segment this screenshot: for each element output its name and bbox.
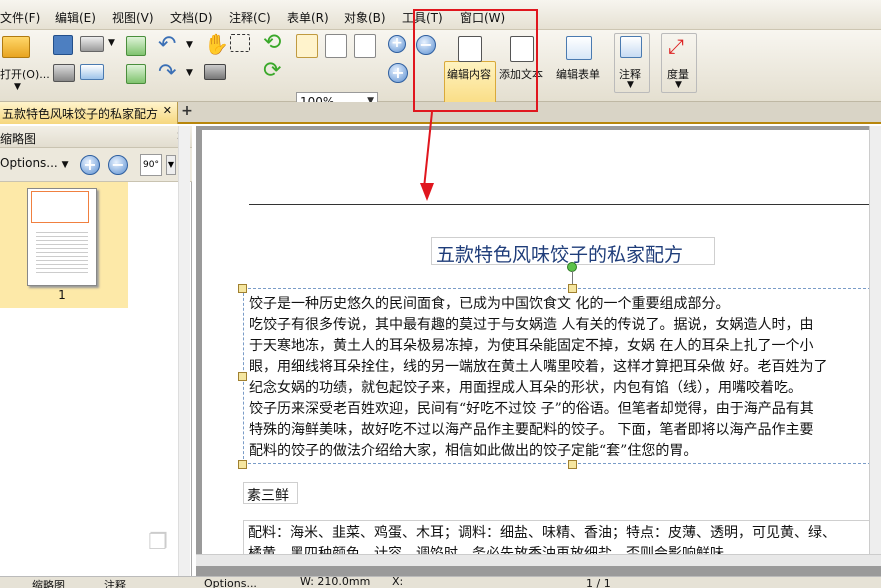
measure-dropdown-icon[interactable]: ▼ <box>675 80 682 90</box>
bottom-tab-thumbnails[interactable]: 缩略图 <box>32 577 65 588</box>
snapshot-icon[interactable] <box>204 64 226 80</box>
fit-width-icon[interactable] <box>354 34 376 58</box>
subheading[interactable]: 素三鲜 <box>243 482 298 504</box>
menu-comment[interactable]: 注释(C) <box>229 9 271 26</box>
callout-arrow-head <box>420 183 434 201</box>
thumbnail-panel-header: 缩略图✕ <box>0 126 192 148</box>
thumbnail-view-rect[interactable] <box>31 191 89 223</box>
new-tab-icon[interactable]: + <box>180 104 194 119</box>
hand-tool-icon[interactable]: ✋ <box>204 32 229 56</box>
thumbnail-panel-title: 缩略图 <box>0 132 37 146</box>
thumbnail-zoom-out-icon[interactable]: − <box>108 155 128 175</box>
ingredients-line: 配料：海米、韭菜、鸡蛋、木耳；调料：细盐、味精、香油；特点：皮薄、透明，可见黄、… <box>248 525 836 541</box>
thumbnail-rotate-icon[interactable]: 90° <box>140 154 162 176</box>
undo-dropdown-icon[interactable]: ▼ <box>186 40 193 50</box>
paragraph-line: 纪念女娲的功绩，就包起饺子来，用面捏成人耳朵的形状，内包有馅（线），用嘴咬着吃。 <box>249 380 802 396</box>
scan-icon[interactable] <box>53 64 75 82</box>
thumbnail-toolbar: Options... ▼ + − 90° ▼ <box>0 148 192 182</box>
rotate-cw-icon[interactable]: ⟳ <box>263 58 281 83</box>
menu-edit[interactable]: 编辑(E) <box>55 9 96 26</box>
width-readout: W: 210.0mm <box>300 576 371 588</box>
close-tab-icon[interactable]: ✕ <box>163 104 172 117</box>
paragraph-line: 吃饺子有很多传说，其中最有趣的莫过于与女娲造 人有关的传说了。据说，女娲造人时，… <box>249 317 814 333</box>
zoom-in-icon[interactable]: + <box>388 63 408 83</box>
document-title[interactable]: 五款特色风味饺子的私家配方 <box>431 237 715 266</box>
paragraph-line: 饺子是一种历史悠久的民间面食，已成为中国饮食文 化的一个重要组成部分。 <box>249 296 730 312</box>
document-vertical-scrollbar[interactable] <box>869 126 881 554</box>
paragraph-line: 饺子历来深受老百姓欢迎，民间有“好吃不过饺 子”的俗语。但笔者却觉得，由于海产品… <box>249 401 814 417</box>
edit-form-button[interactable]: 编辑表单 <box>556 66 600 82</box>
resize-handle-tm[interactable] <box>568 284 577 293</box>
page-indicator[interactable]: 1 / 1 <box>586 577 611 588</box>
status-bar: 缩略图 注释 Options... W: 210.0mm X: 1 / 1 <box>0 576 881 588</box>
print-dropdown-icon[interactable]: ▼ <box>108 38 115 48</box>
menu-document[interactable]: 文档(D) <box>170 9 213 26</box>
rotate-ccw-icon[interactable]: ⟲ <box>263 30 281 55</box>
paragraph-line: 于天寒地冻，黄土人的耳朵极易冻掉，为使耳朵能固定不掉，女娲 在人的耳朵上扎了一个… <box>249 338 814 354</box>
paragraph-line: 眼，用细线将耳朵拴住，线的另一端放在黄土人嘴里咬着，这样才算把耳朵做 好。老百姓… <box>249 359 828 375</box>
paragraph-line: 特殊的海鲜美味，故好吃不过以海产品作主要配料的饺子。 下面，笔者即将以海产品作主… <box>249 422 814 438</box>
redo-icon[interactable]: ↷ <box>158 60 176 85</box>
resize-handle-ml[interactable] <box>238 372 247 381</box>
page-thumbnail[interactable]: 1 <box>0 182 128 308</box>
menu-object[interactable]: 对象(B) <box>344 9 386 26</box>
thumbnail-panel: 缩略图✕ Options... ▼ + − 90° ▼ 1 ❐ <box>0 126 192 576</box>
print-icon[interactable] <box>80 36 104 52</box>
actual-size-icon[interactable] <box>296 34 318 58</box>
resize-handle-bl[interactable] <box>238 460 247 469</box>
rotate-dropdown-icon[interactable]: ▼ <box>166 155 176 175</box>
import-icon[interactable] <box>126 36 146 56</box>
thumbnail-options-button[interactable]: Options... ▼ <box>0 154 72 174</box>
menu-view[interactable]: 视图(V) <box>112 9 154 26</box>
annotate-icon <box>620 36 642 58</box>
open-button-label[interactable]: 打开(O)... <box>0 66 50 82</box>
thumbnail-options-label: Options... <box>0 156 58 170</box>
measure-icon: ⤢ <box>668 34 684 58</box>
thumbnail-scrollbar[interactable] <box>178 126 190 576</box>
edit-form-icon[interactable] <box>566 36 592 60</box>
menu-form[interactable]: 表单(R) <box>287 9 329 26</box>
fit-page-icon[interactable] <box>325 34 347 58</box>
thumbnail-page-image[interactable] <box>27 188 97 286</box>
zoom-in-magnifier-icon[interactable]: + <box>388 35 406 53</box>
save-icon[interactable] <box>53 35 73 55</box>
thumbnail-page-number: 1 <box>58 288 66 302</box>
select-tool-icon[interactable] <box>230 34 250 52</box>
document-view: 五款特色风味饺子的私家配方 饺子是一种历史悠久的民间面食，已成为中国饮食文 化的… <box>196 126 881 576</box>
callout-box <box>413 9 538 112</box>
thumbnail-text-lines <box>36 229 88 275</box>
options-dropdown-icon[interactable]: ▼ <box>62 160 69 170</box>
export-icon[interactable] <box>126 64 146 84</box>
open-folder-icon[interactable] <box>2 36 30 58</box>
document-horizontal-scrollbar[interactable] <box>196 554 881 566</box>
status-options-button[interactable]: Options... <box>204 577 257 588</box>
undo-icon[interactable]: ↶ <box>158 32 176 57</box>
bottom-tab-comments[interactable]: 注释 <box>104 577 126 588</box>
redo-dropdown-icon[interactable]: ▼ <box>186 68 193 78</box>
paragraph-line: 配料的饺子的做法介绍给大家，相信如此做出的饺子定能“套”住您的胃。 <box>249 443 698 459</box>
pdf-page: 五款特色风味饺子的私家配方 饺子是一种历史悠久的民间面食，已成为中国饮食文 化的… <box>202 130 881 566</box>
document-tab[interactable]: 五款特色风味饺子的私家配方 ✕ <box>0 102 178 124</box>
thumbnail-zoom-in-icon[interactable]: + <box>80 155 100 175</box>
resize-handle-tl[interactable] <box>238 284 247 293</box>
menu-file[interactable]: 文件(F) <box>0 9 40 26</box>
x-readout: X: <box>392 576 404 588</box>
document-tab-title: 五款特色风味饺子的私家配方 <box>2 107 159 121</box>
open-dropdown-icon[interactable]: ▼ <box>14 82 21 92</box>
email-icon[interactable] <box>80 64 104 80</box>
header-rule <box>249 204 881 205</box>
annotate-dropdown-icon[interactable]: ▼ <box>627 80 634 90</box>
pages-icon: ❐ <box>148 530 168 555</box>
